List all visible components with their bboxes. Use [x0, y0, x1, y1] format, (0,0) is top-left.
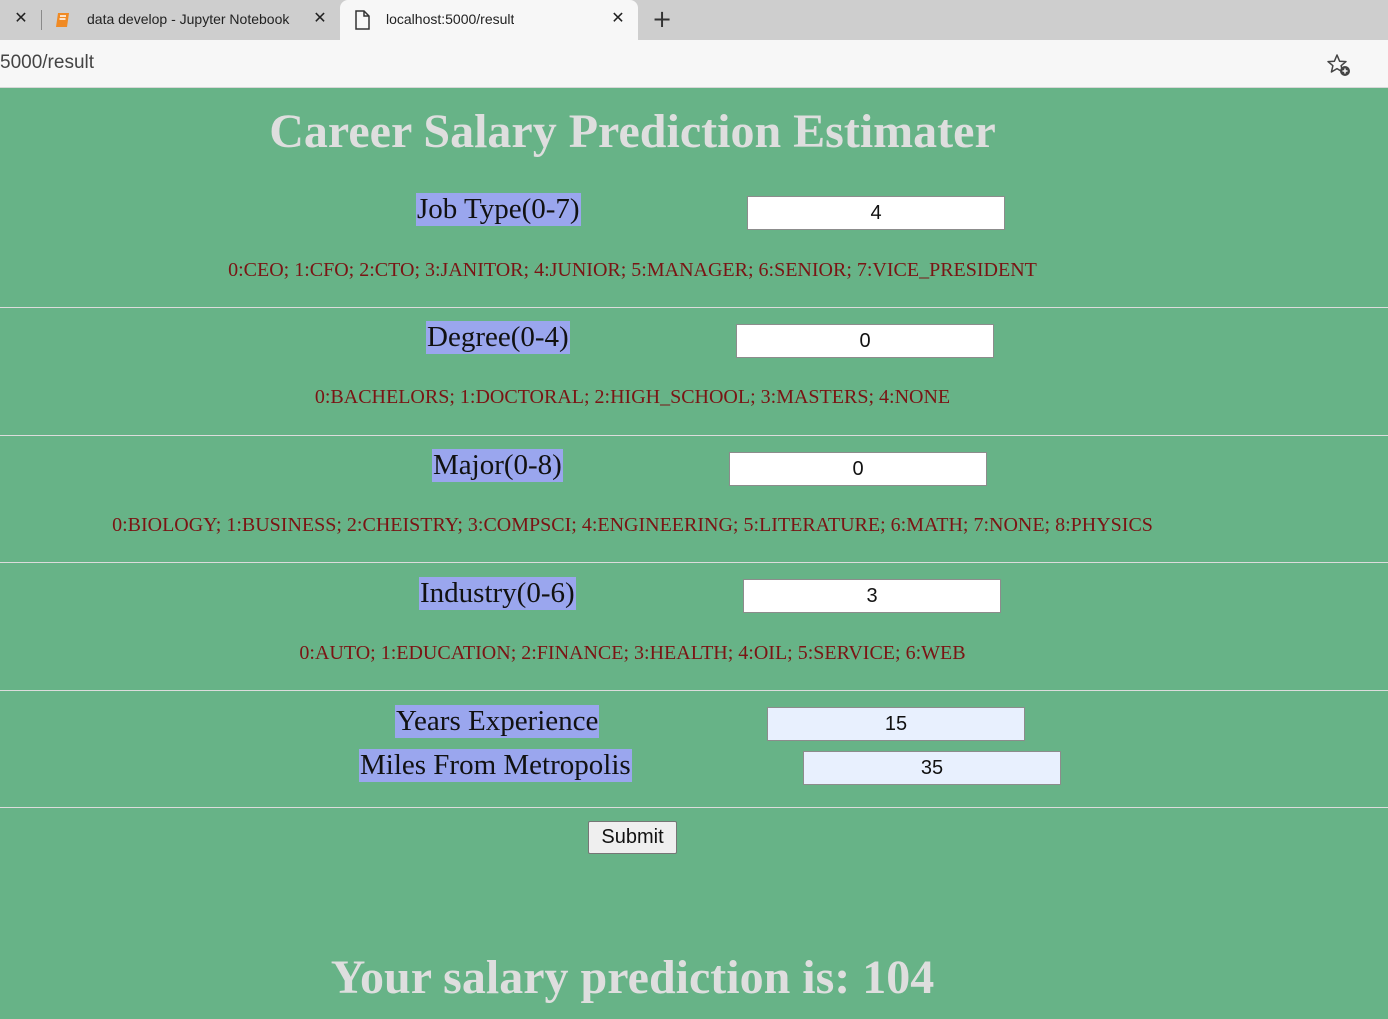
divider: [0, 690, 1388, 691]
years-experience-input[interactable]: [767, 707, 1025, 741]
divider: [0, 562, 1388, 563]
close-icon[interactable]: ✕: [11, 9, 31, 29]
divider: [0, 307, 1388, 308]
salary-prediction-result: Your salary prediction is: 104: [330, 951, 935, 1004]
close-icon[interactable]: ✕: [608, 9, 628, 29]
years-experience-label: Years Experience: [395, 705, 600, 738]
tab-label: data develop - Jupyter Notebook: [87, 11, 290, 27]
tab-partial[interactable]: ✕: [0, 0, 36, 40]
divider: [0, 807, 1388, 808]
degree-input[interactable]: [736, 324, 994, 358]
favorite-star-icon[interactable]: [1326, 52, 1352, 78]
url-text[interactable]: 5000/result: [0, 52, 94, 74]
tab-jupyter[interactable]: data develop - Jupyter Notebook ✕: [42, 0, 340, 40]
job-type-label: Job Type(0-7): [416, 193, 581, 226]
tab-localhost[interactable]: localhost:5000/result ✕: [340, 0, 638, 40]
miles-from-metropolis-input[interactable]: [803, 751, 1061, 785]
notebook-icon: [56, 13, 69, 27]
miles-from-metropolis-label: Miles From Metropolis: [359, 749, 632, 782]
page-icon: [355, 10, 370, 30]
page-title: Career Salary Prediction Estimater: [269, 105, 996, 158]
tab-label: localhost:5000/result: [386, 11, 515, 27]
submit-button[interactable]: Submit: [588, 821, 677, 854]
close-icon[interactable]: ✕: [310, 9, 330, 29]
job-type-hint: 0:CEO; 1:CFO; 2:CTO; 3:JANITOR; 4:JUNIOR…: [228, 259, 1037, 281]
industry-input[interactable]: [743, 579, 1001, 613]
job-type-input[interactable]: [747, 196, 1005, 230]
major-label: Major(0-8): [432, 449, 563, 482]
divider: [0, 435, 1388, 436]
degree-hint: 0:BACHELORS; 1:DOCTORAL; 2:HIGH_SCHOOL; …: [314, 386, 951, 408]
tab-strip: ✕ data develop - Jupyter Notebook ✕ loca…: [0, 0, 1388, 40]
degree-label: Degree(0-4): [426, 321, 570, 354]
major-input[interactable]: [729, 452, 987, 486]
industry-hint: 0:AUTO; 1:EDUCATION; 2:FINANCE; 3:HEALTH…: [299, 642, 966, 664]
industry-label: Industry(0-6): [419, 577, 576, 610]
major-hint: 0:BIOLOGY; 1:BUSINESS; 2:CHEISTRY; 3:COM…: [112, 514, 1153, 536]
new-tab-icon[interactable]: +: [648, 6, 676, 34]
address-bar[interactable]: 5000/result: [0, 40, 1388, 88]
